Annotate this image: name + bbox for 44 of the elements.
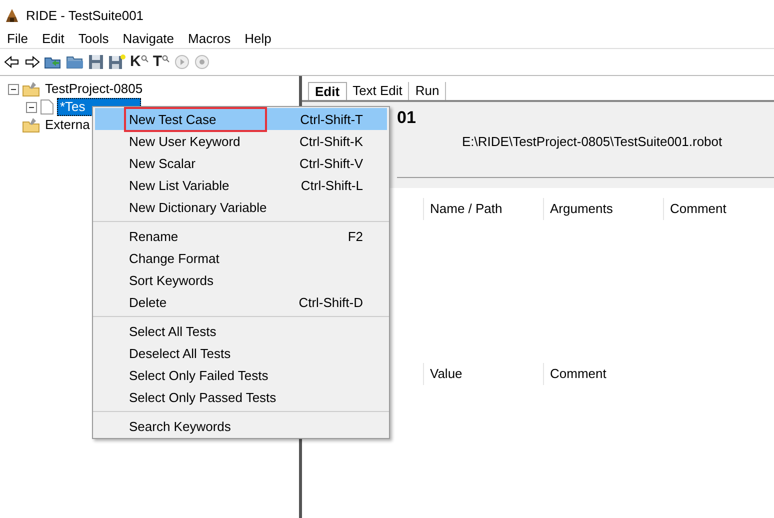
tab[interactable]: Text Edit (346, 82, 410, 100)
menu-item[interactable]: Sort Keywords (95, 269, 387, 291)
column-header: Value (423, 363, 543, 385)
menu-item[interactable]: New User Keyword Ctrl-Shift-K (95, 130, 387, 152)
menu-item[interactable]: Edit (34, 30, 72, 48)
tree-item[interactable]: TestProject-0805 (43, 81, 145, 97)
tab[interactable]: Run (409, 82, 446, 100)
column-header: Comment (663, 198, 774, 220)
collapse-icon[interactable] (8, 84, 19, 94)
menu-item[interactable]: New Scalar Ctrl-Shift-V (95, 152, 387, 174)
menu-item[interactable]: Rename F2 (95, 225, 387, 247)
menu-item[interactable]: Change Format (95, 247, 387, 269)
tree-item[interactable]: Externa (43, 117, 92, 133)
menu-item[interactable]: Select Only Failed Tests (95, 364, 387, 386)
file-icon (40, 99, 54, 115)
menu-item[interactable]: Navigate (116, 30, 182, 48)
save-icon[interactable] (88, 54, 104, 70)
column-header: Name / Path (423, 198, 543, 220)
menu-item[interactable]: Deselect All Tests (95, 342, 387, 364)
collapse-icon[interactable] (26, 102, 37, 112)
menu-item[interactable]: Search Keywords (95, 415, 387, 437)
menu-item[interactable]: New Test Case Ctrl-Shift-T (95, 108, 387, 130)
menu-item[interactable]: Tools (71, 30, 116, 48)
menu-item[interactable]: New Dictionary Variable (95, 196, 387, 218)
source-path: E:\RIDE\TestProject-0805\TestSuite001.robot (462, 134, 724, 149)
column-header: Arguments (543, 198, 663, 220)
tab[interactable]: Edit (308, 82, 347, 100)
menu-item[interactable]: Select Only Passed Tests (95, 386, 387, 408)
forward-arrow-icon[interactable] (24, 54, 40, 70)
menu-item[interactable]: Macros (181, 30, 238, 48)
suite-title: 01 (397, 108, 417, 128)
app-icon (4, 7, 20, 23)
menu-item[interactable]: Help (238, 30, 278, 48)
save-all-icon[interactable] (108, 54, 126, 70)
menu-item[interactable]: Delete Ctrl-Shift-D (95, 291, 387, 313)
menu-item[interactable]: Select All Tests (95, 320, 387, 342)
back-arrow-icon[interactable] (4, 54, 20, 70)
folder-icon (22, 117, 40, 133)
folder-icon[interactable] (66, 54, 84, 70)
window-title: RIDE - TestSuite001 (26, 8, 144, 22)
menu-item[interactable]: File (0, 30, 35, 48)
folder-icon (22, 81, 40, 97)
menu-item[interactable]: New List Variable Ctrl-Shift-L (95, 174, 387, 196)
column-header: Comment (543, 363, 663, 385)
